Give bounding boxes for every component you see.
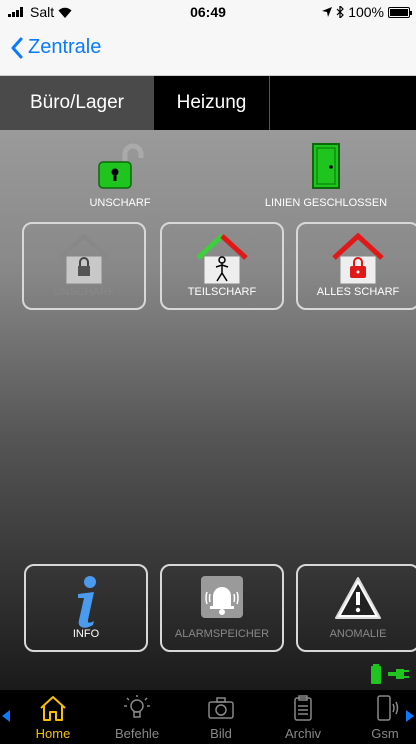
info-icon (78, 576, 96, 628)
home-icon (40, 696, 66, 721)
anomalie-button[interactable]: ANOMALIE (296, 564, 416, 652)
nav-bar: Zentrale (0, 24, 416, 76)
alarmspeicher-button[interactable]: ALARMSPEICHER (160, 564, 284, 652)
tabbar-label: Archiv (284, 726, 322, 741)
power-status (370, 664, 410, 684)
battery-icon (388, 6, 412, 18)
alarm-bell-icon (201, 576, 243, 618)
tab-heizung[interactable]: Heizung (154, 76, 270, 130)
unscharf-button-label: UNSCHARF (53, 286, 115, 298)
chevron-left-icon (11, 37, 23, 58)
power-plug-icon (388, 669, 409, 679)
house-armed-icon (332, 232, 384, 285)
anomalie-button-label: ANOMALIE (329, 628, 387, 640)
battery-percent: 100% (348, 4, 384, 20)
door-closed-icon (312, 143, 340, 189)
tabbar-label: Bild (210, 726, 232, 741)
scroll-right-icon[interactable] (406, 710, 414, 722)
battery-green-icon (371, 664, 381, 684)
zone-tabs: Büro/Lager Heizung (0, 76, 416, 130)
tabbar-label: Gsm (371, 726, 399, 741)
alles-scharf-button-label: ALLES SCHARF (316, 286, 400, 298)
lines-status: LINIEN GESCHLOSSEN (246, 142, 406, 209)
camera-icon (208, 697, 234, 719)
bottom-tab-bar: Home Befehle Bild Archiv Gsm (0, 690, 416, 744)
main-content: UNSCHARF LINIEN GESCHLOSSEN UNSCHARF TEI… (0, 130, 416, 690)
tabbar-label: Home (35, 726, 71, 741)
teilscharf-button[interactable]: TEILSCHARF (160, 222, 284, 310)
tabbar-label: Befehle (114, 726, 160, 741)
unscharf-button[interactable]: UNSCHARF (22, 222, 146, 310)
tab-label: Büro/Lager (29, 92, 124, 113)
tab-buero-lager[interactable]: Büro/Lager (0, 76, 154, 130)
tabbar-item-archiv[interactable]: Archiv (268, 694, 338, 741)
lines-status-label: LINIEN GESCHLOSSEN (264, 197, 388, 209)
scroll-left-icon[interactable] (2, 710, 10, 722)
phone-icon (377, 695, 399, 721)
arm-status-label: UNSCHARF (89, 197, 151, 209)
teilscharf-button-label: TEILSCHARF (187, 286, 257, 298)
house-disarm-icon (58, 233, 110, 285)
warning-triangle-icon (335, 577, 381, 619)
arm-status: UNSCHARF (64, 142, 176, 209)
tabbar-item-bild[interactable]: Bild (186, 694, 256, 741)
alarmspeicher-button-label: ALARMSPEICHER (174, 628, 270, 640)
tab-empty[interactable] (270, 76, 416, 130)
status-right: 100% (322, 4, 412, 20)
status-bar: Salt 06:49 100% (0, 0, 416, 24)
clipboard-icon (294, 695, 312, 721)
bluetooth-icon (336, 6, 345, 18)
location-icon (322, 7, 333, 17)
tabbar-item-home[interactable]: Home (18, 694, 88, 741)
tabbar-item-befehle[interactable]: Befehle (102, 694, 172, 741)
back-button[interactable]: Zentrale (10, 36, 101, 59)
info-button[interactable]: INFO (24, 564, 148, 652)
alles-scharf-button[interactable]: ALLES SCHARF (296, 222, 416, 310)
lightbulb-icon (124, 695, 150, 718)
info-button-label: INFO (72, 628, 100, 640)
house-partial-icon (196, 234, 248, 285)
tab-label: Heizung (176, 92, 247, 113)
back-label: Zentrale (28, 36, 102, 58)
padlock-open-icon (98, 143, 144, 189)
